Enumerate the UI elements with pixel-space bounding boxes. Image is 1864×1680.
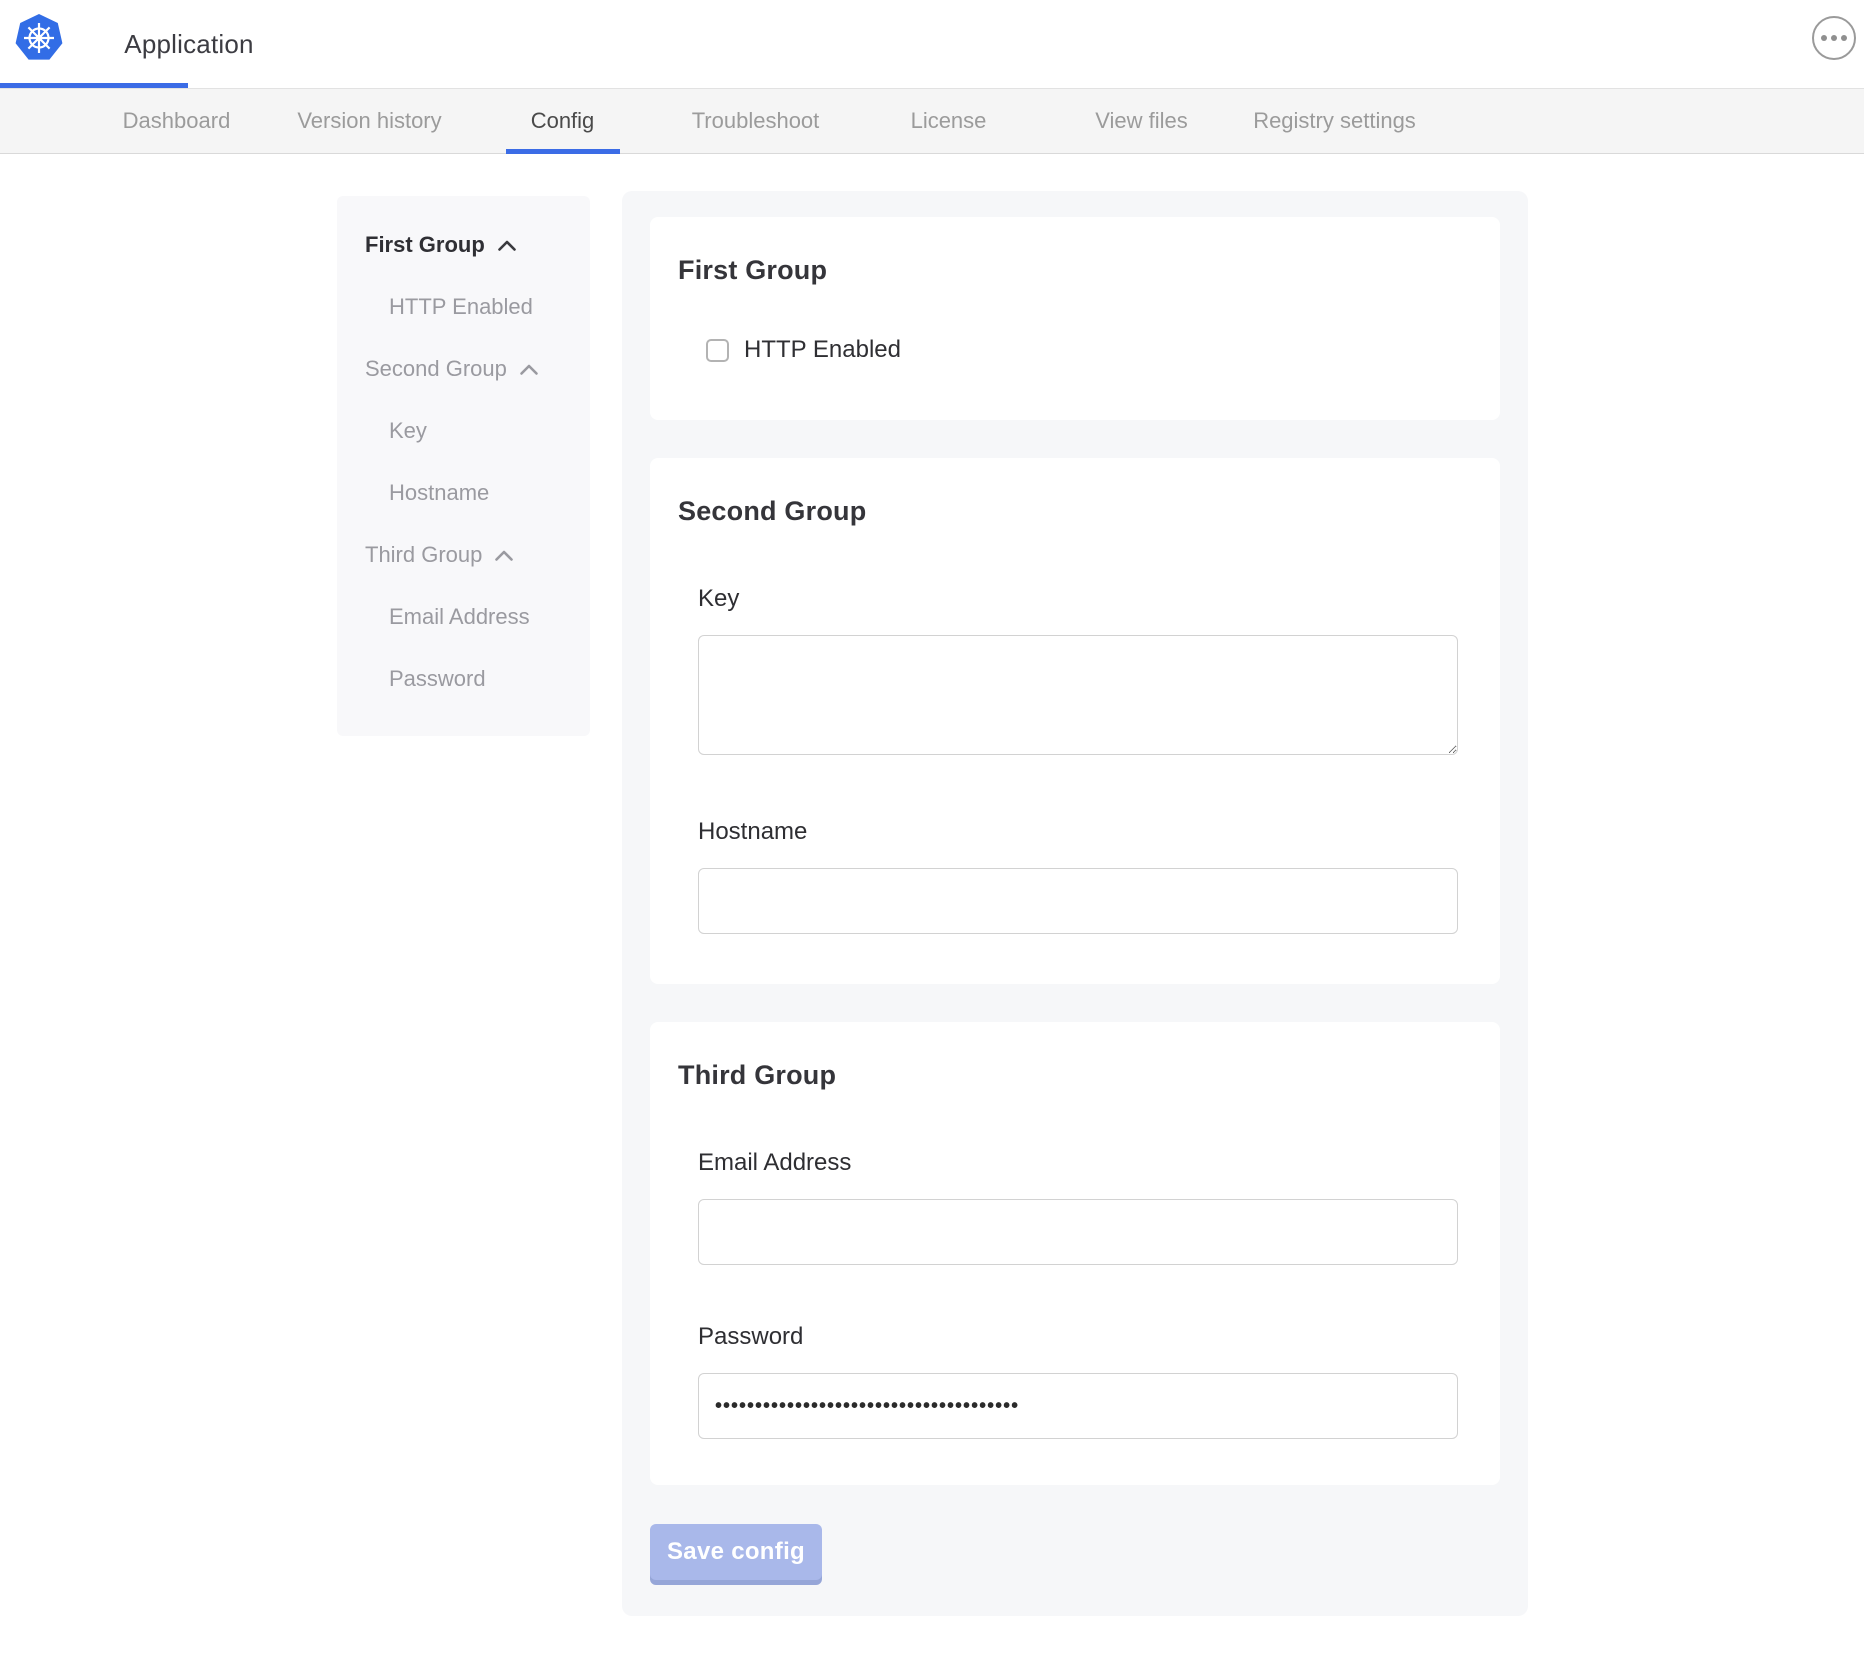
sidebar-item-password[interactable]: Password — [365, 666, 590, 692]
sidebar-item-email-address[interactable]: Email Address — [365, 604, 590, 630]
hostname-input[interactable] — [698, 868, 1458, 934]
tab-config[interactable]: Config — [466, 89, 659, 153]
sidebar-item-hostname[interactable]: Hostname — [365, 480, 590, 506]
config-group-second: Second Group Key Hostname — [650, 458, 1500, 984]
email-address-input[interactable] — [698, 1199, 1458, 1265]
chevron-up-icon — [497, 239, 517, 252]
application-tab-label: Application — [124, 29, 253, 60]
tab-dashboard[interactable]: Dashboard — [80, 89, 273, 153]
http-enabled-label: HTTP Enabled — [744, 336, 901, 364]
key-label: Key — [698, 585, 1452, 613]
app-header: Application — [0, 0, 1864, 88]
group-title: Third Group — [678, 1060, 1472, 1091]
config-page: First Group HTTP Enabled Second Group Ke… — [0, 154, 1864, 1679]
sidebar-item-second-group[interactable]: Second Group — [365, 356, 590, 382]
tab-registry-settings[interactable]: Registry settings — [1238, 89, 1431, 153]
kubernetes-logo-icon — [14, 12, 64, 62]
chevron-up-icon — [494, 549, 514, 562]
sidebar-item-first-group[interactable]: First Group — [365, 232, 590, 258]
config-group-third: Third Group Email Address Password — [650, 1022, 1500, 1485]
group-title: First Group — [678, 255, 1472, 286]
overflow-menu-button[interactable] — [1812, 16, 1856, 60]
config-panel: First Group HTTP Enabled Second Group Ke… — [622, 191, 1528, 1616]
config-group-first: First Group HTTP Enabled — [650, 217, 1500, 420]
group-title: Second Group — [678, 496, 1472, 527]
sidebar-item-key[interactable]: Key — [365, 418, 590, 444]
email-address-field: Email Address — [698, 1149, 1452, 1265]
password-field: Password — [698, 1323, 1452, 1439]
email-address-label: Email Address — [698, 1149, 1452, 1177]
tab-view-files[interactable]: View files — [1045, 89, 1238, 153]
tab-license[interactable]: License — [852, 89, 1045, 153]
config-sidebar: First Group HTTP Enabled Second Group Ke… — [337, 196, 590, 736]
tab-troubleshoot[interactable]: Troubleshoot — [659, 89, 852, 153]
application-tab[interactable]: Application — [95, 0, 283, 88]
key-field: Key — [698, 585, 1452, 760]
tab-version-history[interactable]: Version history — [273, 89, 466, 153]
active-tab-indicator — [0, 83, 188, 88]
ellipsis-icon — [1821, 35, 1827, 41]
http-enabled-checkbox[interactable] — [706, 339, 729, 362]
chevron-up-icon — [519, 363, 539, 376]
app-subnav: Dashboard Version history Config Trouble… — [0, 88, 1864, 154]
sidebar-item-third-group[interactable]: Third Group — [365, 542, 590, 568]
key-textarea[interactable] — [698, 635, 1458, 755]
hostname-label: Hostname — [698, 818, 1452, 846]
http-enabled-row[interactable]: HTTP Enabled — [706, 336, 1472, 364]
sidebar-item-http-enabled[interactable]: HTTP Enabled — [365, 294, 590, 320]
password-label: Password — [698, 1323, 1452, 1351]
save-config-button[interactable]: Save config — [650, 1524, 822, 1580]
password-input[interactable] — [698, 1373, 1458, 1439]
hostname-field: Hostname — [698, 818, 1452, 934]
